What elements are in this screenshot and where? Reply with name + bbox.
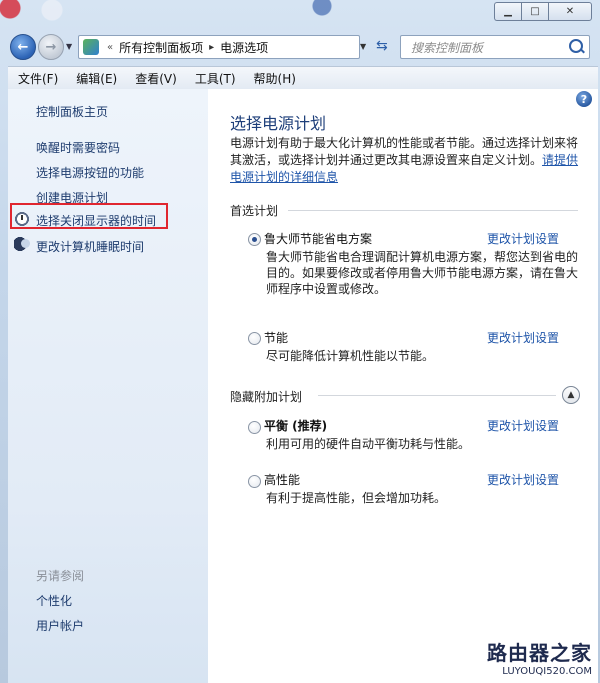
hidden-plans-header: 隐藏附加计划 — [230, 390, 303, 404]
intro-body: 电源计划有助于最大化计算机的性能或者节能。通过选择计划来将其激活，或选择计划并通… — [230, 136, 579, 167]
navigation-bar: ← → ▼ « 所有控制面板项 ▸ 电源选项 ▼ ⇆ 搜索控制面板 — [0, 30, 600, 62]
menu-view[interactable]: 查看(V) — [125, 70, 185, 87]
plan-desc-high-performance: 有利于提高性能，但会增加功耗。 — [266, 491, 447, 505]
menu-bar: 文件(F) 编辑(E) 查看(V) 工具(T) 帮助(H) — [8, 66, 598, 90]
sidebar-item-power-buttons[interactable]: 选择电源按钮的功能 — [36, 164, 144, 181]
address-dropdown-icon[interactable]: ▼ — [360, 42, 366, 51]
plan-desc-ludashi: 鲁大师节能省电合理调配计算机电源方案，帮您达到省电的目的。如果要修改或者停用鲁大… — [266, 250, 579, 296]
sidebar-item-personalization[interactable]: 个性化 — [36, 592, 72, 609]
sidebar: 控制面板主页 唤醒时需要密码 选择电源按钮的功能 创建电源计划 选择关闭显示器的… — [8, 89, 208, 683]
plan-name-balanced[interactable]: 平衡 (推荐) — [264, 417, 327, 434]
sidebar-item-user-accounts[interactable]: 用户帐户 — [36, 617, 84, 634]
main-panel: ? 选择电源计划 电源计划有助于最大化计算机的性能或者节能。通过选择计划来将其激… — [208, 89, 598, 683]
window-frame: ▁ □ ✕ ← → ▼ « 所有控制面板项 ▸ 电源选项 ▼ ⇆ 搜索控制面板 … — [0, 0, 600, 683]
watermark-url: LUYOUQI520.COM — [502, 666, 592, 677]
sleep-moon-icon — [14, 237, 30, 253]
watermark-logo: 路由器之家 LUYOUQI520.COM — [487, 637, 592, 677]
menu-file[interactable]: 文件(F) — [8, 70, 66, 87]
change-plan-settings-link[interactable]: 更改计划设置 — [487, 471, 559, 488]
highlight-annotation — [10, 203, 168, 229]
menu-tools[interactable]: 工具(T) — [185, 70, 244, 87]
breadcrumb-all-items[interactable]: 所有控制面板项 — [117, 39, 205, 56]
plan-radio-ludashi[interactable] — [248, 233, 261, 246]
plan-name-high-performance[interactable]: 高性能 — [264, 471, 300, 488]
plan-name-power-saver[interactable]: 节能 — [264, 329, 288, 346]
plan-radio-high-performance[interactable] — [248, 475, 261, 488]
address-bar[interactable]: « 所有控制面板项 ▸ 电源选项 — [78, 35, 360, 59]
search-box[interactable]: 搜索控制面板 — [400, 35, 590, 59]
help-button[interactable]: ? — [576, 91, 592, 107]
breadcrumb-power-options[interactable]: 电源选项 — [218, 39, 270, 56]
plan-name-ludashi[interactable]: 鲁大师节能省电方案 — [264, 230, 372, 247]
page-title: 选择电源计划 — [230, 114, 327, 133]
preferred-plans-header: 首选计划 — [230, 204, 279, 218]
close-button[interactable]: ✕ — [548, 2, 592, 21]
plan-desc-balanced: 利用可用的硬件自动平衡功耗与性能。 — [266, 437, 471, 451]
window-controls: ▁ □ ✕ — [494, 2, 592, 21]
control-panel-icon — [83, 39, 99, 55]
title-bar: ▁ □ ✕ — [0, 0, 600, 28]
breadcrumb-chevron-icon[interactable]: ▸ — [209, 42, 214, 53]
help-icon: ? — [580, 92, 588, 106]
address-overflow[interactable]: « — [107, 42, 113, 53]
sidebar-item-wake-password[interactable]: 唤醒时需要密码 — [36, 139, 120, 156]
plan-radio-power-saver[interactable] — [248, 332, 261, 345]
forward-button[interactable]: → — [38, 34, 64, 60]
title-bar-decoration — [300, 0, 360, 22]
sidebar-item-sleep-time[interactable]: 更改计算机睡眠时间 — [36, 238, 144, 255]
change-plan-settings-link[interactable]: 更改计划设置 — [487, 329, 559, 346]
back-arrow-icon: ← — [17, 39, 29, 55]
plan-desc-power-saver: 尽可能降低计算机性能以节能。 — [266, 349, 435, 363]
content-area: 控制面板主页 唤醒时需要密码 选择电源按钮的功能 创建电源计划 选择关闭显示器的… — [8, 89, 598, 683]
forward-arrow-icon: → — [45, 39, 57, 55]
plan-radio-balanced[interactable] — [248, 421, 261, 434]
history-dropdown-icon[interactable]: ▼ — [66, 42, 72, 51]
menu-edit[interactable]: 编辑(E) — [66, 70, 125, 87]
watermark-text: 路由器之家 — [487, 641, 592, 665]
collapse-button[interactable]: ▲ — [562, 386, 580, 404]
intro-text: 电源计划有助于最大化计算机的性能或者节能。通过选择计划来将其激活，或选择计划并通… — [230, 135, 582, 186]
menu-help[interactable]: 帮助(H) — [244, 70, 304, 87]
refresh-icon[interactable]: ⇆ — [376, 38, 388, 54]
search-placeholder[interactable]: 搜索控制面板 — [411, 39, 483, 56]
minimize-button[interactable]: ▁ — [494, 2, 521, 21]
maximize-button[interactable]: □ — [521, 2, 548, 21]
see-also-heading: 另请参阅 — [36, 569, 85, 583]
search-icon[interactable] — [569, 39, 583, 53]
change-plan-settings-link[interactable]: 更改计划设置 — [487, 417, 559, 434]
divider — [288, 210, 578, 211]
divider — [318, 395, 556, 396]
back-button[interactable]: ← — [10, 34, 36, 60]
chevron-up-icon: ▲ — [567, 390, 575, 400]
maximize-icon: □ — [530, 6, 540, 17]
title-bar-decoration — [0, 0, 70, 22]
change-plan-settings-link[interactable]: 更改计划设置 — [487, 230, 559, 247]
minimize-icon: ▁ — [504, 6, 512, 17]
sidebar-home-link[interactable]: 控制面板主页 — [36, 103, 108, 120]
close-icon: ✕ — [565, 6, 575, 17]
